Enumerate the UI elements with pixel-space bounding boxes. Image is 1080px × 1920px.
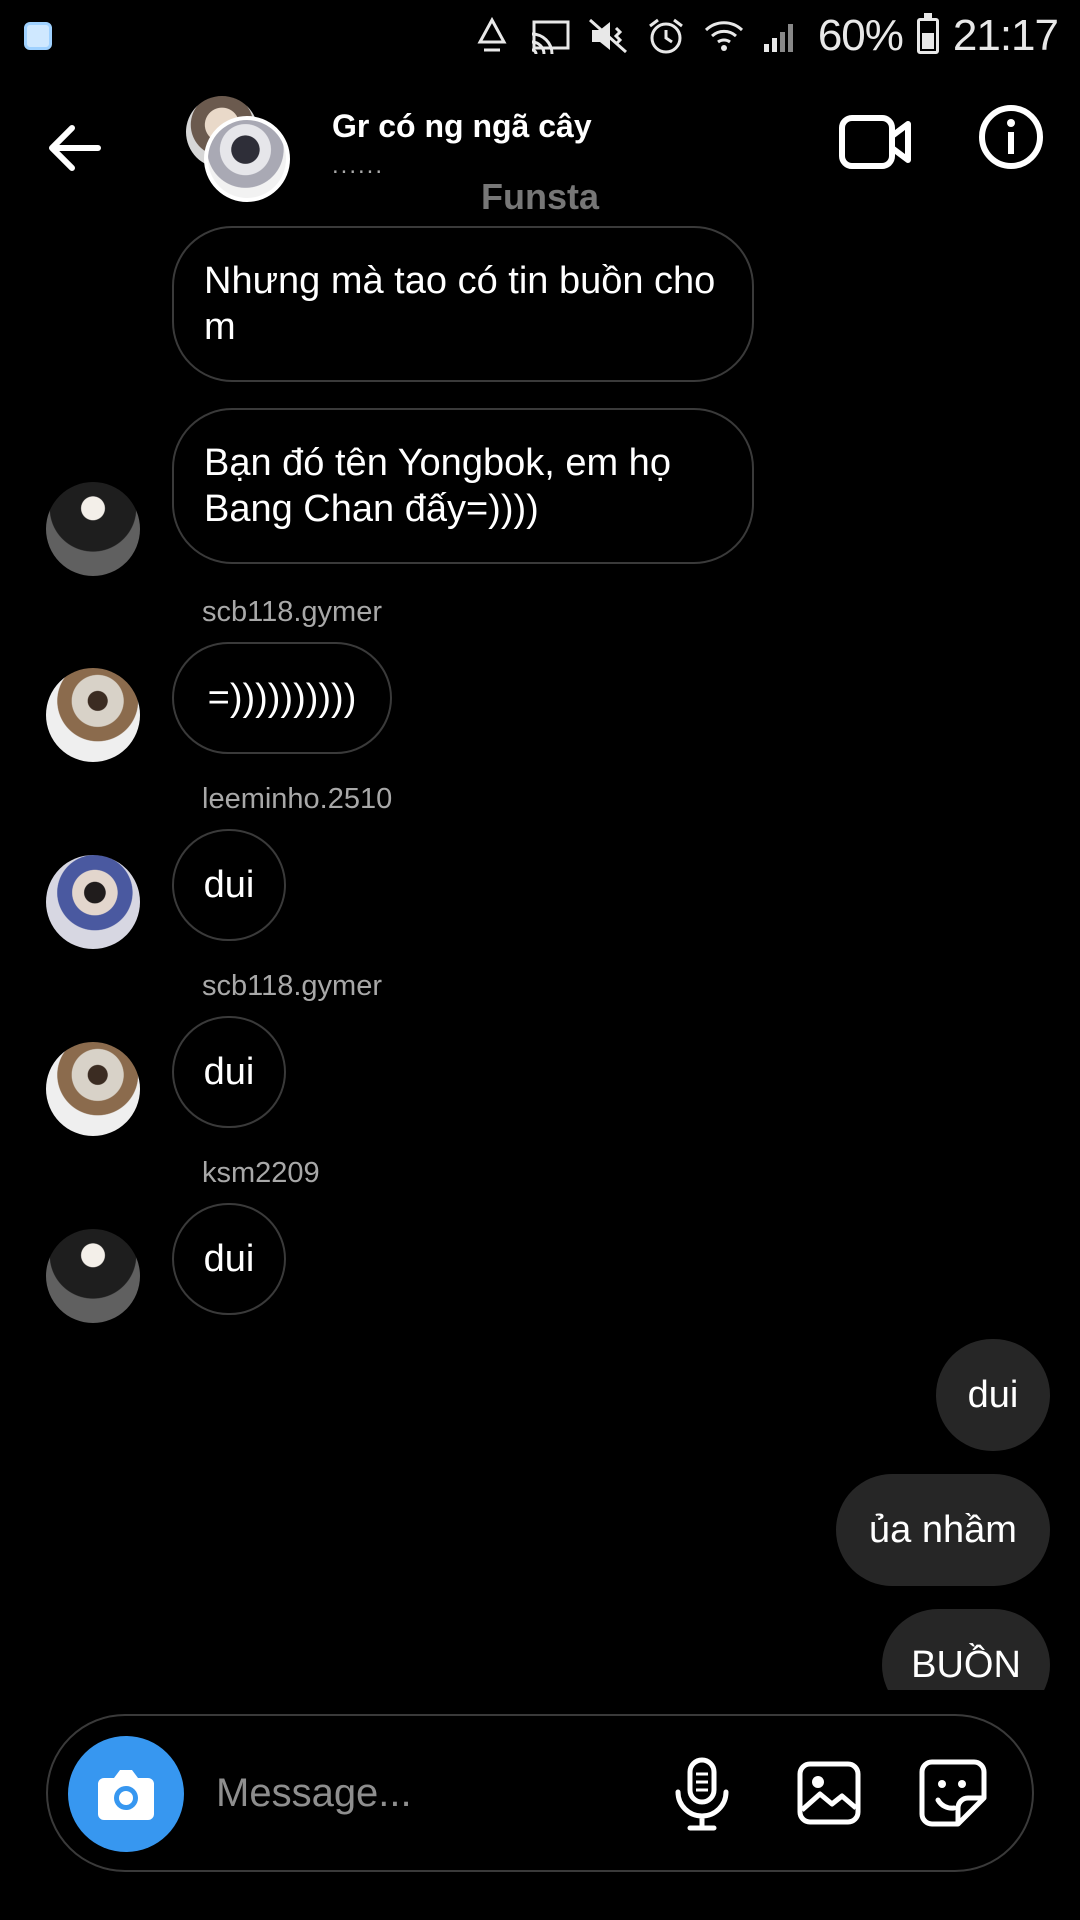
message-text: dui — [967, 1373, 1019, 1416]
sender-name[interactable]: leeminho.2510 — [202, 783, 392, 816]
watermark: Funsta — [480, 176, 599, 217]
sender-name[interactable]: scb118.gymer — [202, 970, 382, 1003]
outgoing-message-bubble[interactable]: BUỒN — [882, 1609, 1050, 1690]
message-text: Nhưng mà tao có tin buồn cho m — [204, 260, 716, 348]
message-bubble[interactable]: Nhưng mà tao có tin buồn cho m — [172, 226, 754, 382]
message-composer — [46, 1714, 1034, 1872]
message-bubble[interactable]: Bạn đó tên Yongbok, em họ Bang Chan đấy=… — [172, 408, 754, 564]
message-text: =)))))))))) — [207, 676, 357, 719]
avatar[interactable] — [46, 482, 140, 576]
camera-icon — [98, 1770, 154, 1820]
message-text: BUỒN — [911, 1643, 1021, 1686]
message-bubble[interactable]: dui — [172, 1016, 286, 1128]
message-input[interactable] — [216, 1760, 696, 1826]
message-text: ủa nhầm — [869, 1508, 1017, 1551]
avatar[interactable] — [46, 1229, 140, 1323]
sender-name[interactable]: scb118.gymer — [202, 596, 382, 629]
sender-name[interactable]: ksm2209 — [202, 1157, 320, 1190]
outgoing-message-bubble[interactable]: dui — [936, 1339, 1050, 1451]
message-text: dui — [203, 863, 255, 906]
avatar[interactable] — [46, 855, 140, 949]
message-bubble[interactable]: dui — [172, 1203, 286, 1315]
gallery-icon[interactable] — [796, 1760, 862, 1826]
message-bubble[interactable]: =)))))))))) — [172, 642, 392, 754]
back-arrow-icon[interactable] — [40, 118, 110, 178]
camera-button[interactable] — [68, 1736, 184, 1852]
chat-title[interactable]: Gr có ng ngã cây — [332, 108, 592, 145]
message-thread[interactable]: Nhưng mà tao có tin buồn cho m Bạn đó tê… — [0, 0, 1080, 1690]
info-icon[interactable] — [978, 104, 1044, 170]
video-camera-icon[interactable] — [838, 110, 912, 174]
avatar[interactable] — [46, 1042, 140, 1136]
message-text: dui — [203, 1237, 255, 1280]
message-bubble[interactable]: dui — [172, 829, 286, 941]
sticker-icon[interactable] — [918, 1758, 988, 1828]
outgoing-message-bubble[interactable]: ủa nhầm — [836, 1474, 1050, 1586]
avatar[interactable] — [46, 668, 140, 762]
microphone-icon[interactable] — [672, 1756, 732, 1832]
message-text: dui — [203, 1050, 255, 1093]
message-text: Bạn đó tên Yongbok, em họ Bang Chan đấy=… — [204, 442, 671, 530]
